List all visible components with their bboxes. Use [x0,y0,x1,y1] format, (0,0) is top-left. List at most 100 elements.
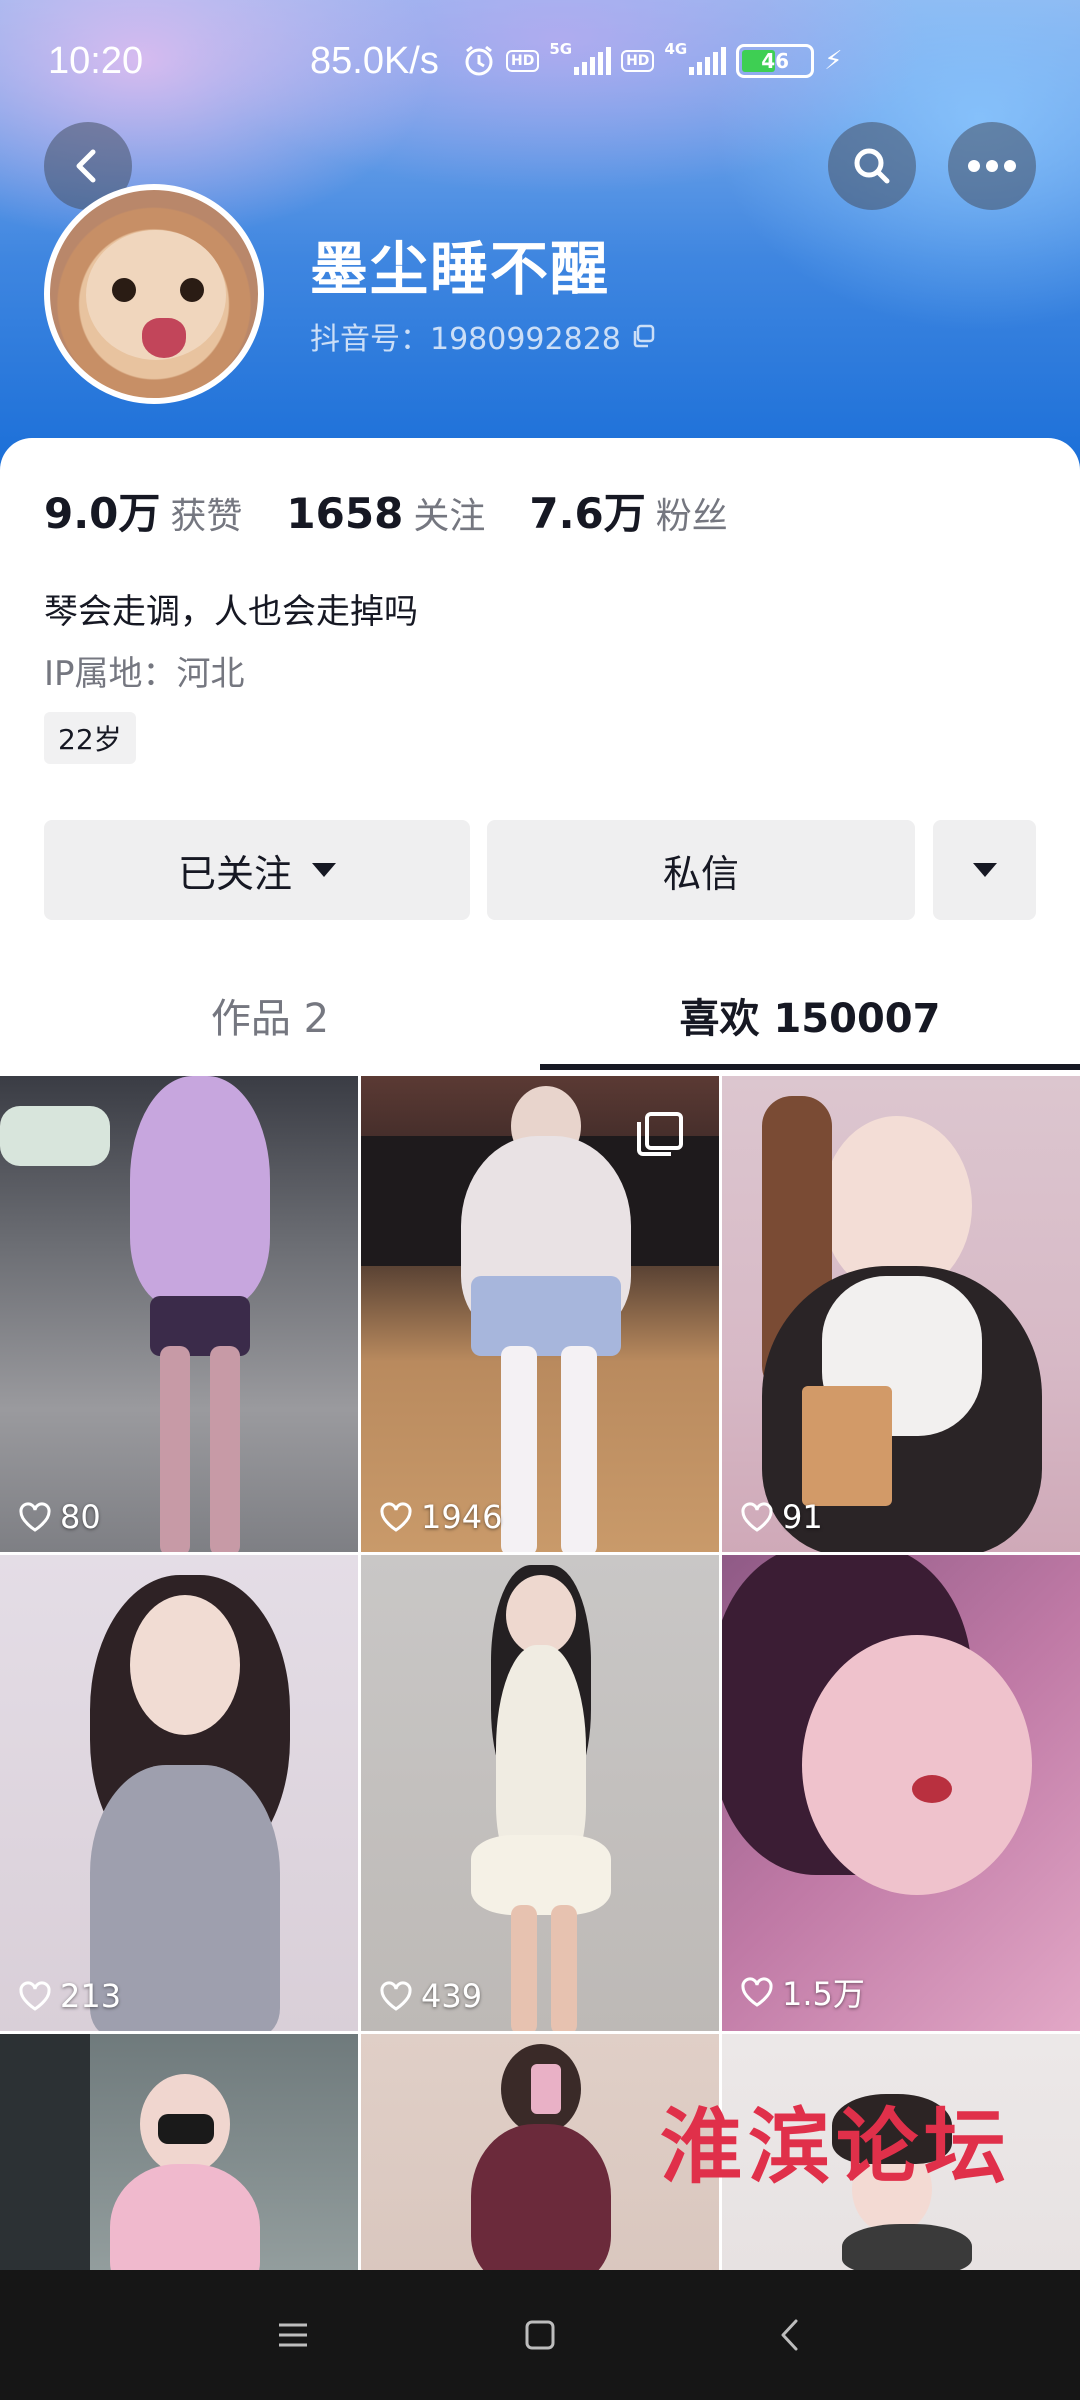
video-thumbnail[interactable]: 1946 [361,1076,719,1552]
stats-row: 9.0万 获赞 1658 关注 7.6万 粉丝 [44,480,728,541]
thumbnail-figure [160,1346,190,1552]
thumbnail-figure [471,2124,611,2270]
network-type-label: 4G [664,40,688,58]
thumbnail-figure [130,1595,240,1735]
avatar[interactable] [44,184,264,404]
caret-down-icon [312,863,336,877]
home-button[interactable] [495,2300,585,2370]
watermark-text: 淮滨论坛 [660,2099,1013,2195]
stat-value: 9.0万 [44,489,161,538]
more-options-button[interactable] [948,122,1036,210]
like-count: 439 [379,1977,482,2015]
age-tag: 22岁 [44,712,136,764]
network-type-label: 5G [549,40,573,58]
thumbnail-stairs [0,2034,90,2270]
thumbnail-figure [130,1076,270,1306]
signal-icon [574,47,612,75]
heart-icon [741,1977,773,2007]
thumbnail-book [802,1386,892,1506]
alarm-icon [465,45,493,76]
stat-label: 粉丝 [655,496,728,537]
status-bar: 10:20 85.0K/s HD 5G HD 4G 46 ⚡ [0,0,1080,120]
thumbnail-figure [501,1346,537,1552]
heart-icon [380,1502,412,1532]
thumbnail-figure [551,1905,577,2031]
multi-image-icon [637,1112,683,1156]
system-navigation-bar [0,2270,1080,2400]
thumbnail-figure [802,1635,1032,1895]
like-count: 80 [18,1498,101,1536]
heart-icon [380,1981,412,2011]
stat-likes: 9.0万 获赞 [44,480,242,541]
signal-icon [689,47,727,75]
content-tabs: 作品 2 喜欢 150007 [0,960,1080,1070]
following-label: 已关注 [177,851,292,896]
stat-following[interactable]: 1658 关注 [286,487,485,539]
stat-followers[interactable]: 7.6万 粉丝 [529,480,727,541]
like-count: 1946 [379,1498,502,1536]
video-thumbnail[interactable]: 439 [361,1555,719,2031]
thumbnail-figure [471,1835,611,1915]
like-count-text: 91 [782,1498,823,1536]
like-count-text: 213 [60,1977,122,2015]
battery-icon: 46 [736,44,815,78]
network-speed: 85.0K/s [310,40,439,82]
thumbnail-figure [842,2224,972,2270]
battery-level: 46 [761,49,790,73]
nav-back-button[interactable] [745,2300,835,2370]
like-count: 213 [18,1977,121,2015]
thumbnail-figure [511,1905,537,2031]
home-icon [525,2320,555,2350]
like-count-text: 439 [421,1977,483,2015]
thumbnail-figure [506,1575,576,1655]
like-count-text: 1.5万 [782,1975,865,2013]
username: 墨尘睡不醒 [310,235,611,303]
stat-label: 关注 [413,496,486,537]
like-count-text: 80 [60,1498,101,1536]
stat-label: 获赞 [170,496,243,537]
nav-back-icon [781,2319,798,2351]
thumbnail-mask [158,2114,214,2144]
menu-button[interactable] [248,2300,338,2370]
tab-works[interactable]: 作品 2 [0,960,540,1070]
thumbnail-figure [210,1346,240,1552]
video-thumbnail[interactable]: 213 [0,1555,358,2031]
heart-icon [741,1502,773,1532]
avatar-mouth [142,318,186,358]
status-time: 10:20 [48,40,144,82]
douyin-id[interactable]: 抖音号：1980992828 [310,314,657,358]
stat-value: 1658 [286,489,404,538]
search-button[interactable] [828,122,916,210]
video-thumbnail[interactable]: 1.5万 [722,1555,1080,2031]
video-thumbnail[interactable]: 80 [0,1076,358,1552]
copy-icon[interactable] [631,323,657,349]
video-thumbnail[interactable]: 91 [722,1076,1080,1552]
thumbnail-figure [561,1346,597,1552]
stat-value: 7.6万 [529,489,646,538]
video-thumbnail[interactable] [0,2034,358,2270]
like-count-text: 1946 [421,1498,503,1536]
tab-likes[interactable]: 喜欢 150007 [540,960,1080,1070]
following-button[interactable]: 已关注 [44,820,470,920]
thumbnail-lips [912,1775,952,1803]
like-count: 91 [740,1498,823,1536]
thumbnail-figure [110,2164,260,2270]
more-icon [968,160,1016,172]
thumbnail-car [0,1106,110,1166]
thumbnail-figure [471,1276,621,1356]
caret-down-icon [972,863,997,877]
back-icon [76,149,96,183]
search-icon [854,148,890,184]
avatar-eye [112,278,136,302]
menu-icon [279,2323,307,2347]
like-count: 1.5万 [740,1969,865,2015]
charging-icon: ⚡ [824,46,843,76]
more-actions-dropdown[interactable] [933,820,1036,920]
thumbnail-phone [531,2064,561,2114]
bio-text: 琴会走调，人也会走掉吗 [44,592,418,632]
ip-location: IP属地：河北 [44,654,245,694]
message-button[interactable]: 私信 [487,820,915,920]
heart-icon [19,1502,51,1532]
message-label: 私信 [662,851,739,896]
heart-icon [19,1981,51,2011]
